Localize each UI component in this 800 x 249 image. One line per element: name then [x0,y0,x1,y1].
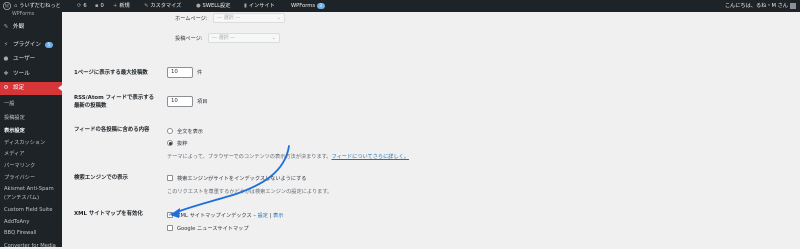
wpforms-badge: 3 [316,3,325,9]
submenu-media[interactable]: メディア [4,150,24,157]
xml-sitemap-view-link[interactable]: 表示 [273,213,283,219]
xml-sitemap-index-checkbox[interactable]: ✓ [167,212,173,218]
wrench-icon: ✚ [3,71,9,77]
submenu-akismet-subtitle: (アンチスパム) [4,195,39,201]
xml-sitemap-label: XML サイトマップを有効化 [74,211,143,217]
submenu-bbq-firewall[interactable]: BBQ Firewall [4,230,36,236]
wpforms-link[interactable]: WPForms 3 [291,0,325,12]
customize-link[interactable]: ✎ カスタマイズ [144,0,181,12]
plus-icon: + [113,3,118,9]
sidebar-item-label: プラグイン [13,42,41,48]
submenu-converter-for-media[interactable]: Converter for Media [4,243,56,249]
feed-full-radio[interactable] [167,128,173,134]
feed-content-label: フィードの各投稿に含める内容 [74,127,150,133]
account-menu[interactable]: こんにちは、るね・M さん [725,0,796,12]
xml-sitemap-settings-link[interactable]: 設定 [258,213,268,219]
sidebar-item-label: 外観 [13,24,25,30]
wpforms-label: WPForms [291,3,316,9]
user-icon: ● [3,56,9,62]
posts-per-page-label: 1ページに表示する最大投稿数 [74,70,148,76]
swell-label: SWELL設定 [202,3,231,9]
greeting-text: こんにちは、るね・M さん [724,3,788,9]
homepage-select[interactable]: — 選択 — ⌄ [213,13,285,23]
google-news-sitemap-checkbox[interactable] [167,225,173,231]
posts-per-page-input[interactable]: 10 [167,67,193,78]
swell-settings-link[interactable]: ● SWELL設定 [196,0,230,12]
submenu-writing[interactable]: 投稿設定 [4,114,25,121]
admin-sidebar: WPForms ✎ 外観 ⚡ プラグイン 5 ● ユーザー ✚ ツール ⚙ 設定 一般 投… [0,12,62,249]
search-visibility-label: 検索エンジンでの表示 [74,175,128,181]
postspage-select[interactable]: — 選択 — ⌄ [208,33,280,43]
postspage-select-value: — 選択 — [212,35,236,41]
sidebar-item-label: 設定 [13,85,25,91]
rss-items-input[interactable]: 10 [167,96,193,107]
homepage-label: ホームページ: [175,16,208,22]
insights-link[interactable]: ▮ インサイト [244,0,275,12]
new-label: 新規 [119,3,130,9]
sidebar-item-tools[interactable]: ✚ ツール [0,68,62,81]
sidebar-item-wpforms-partial[interactable]: WPForms [0,12,62,18]
annotation-arrow [170,145,290,218]
feed-learn-more-link[interactable]: フィードについてさらに詳しく。 [332,154,410,160]
sidebar-item-label: ユーザー [13,56,36,62]
brush-icon: ✎ [144,3,149,9]
bar-chart-icon: ▮ [244,3,247,9]
paintbrush-icon: ✎ [3,24,9,30]
insights-label: インサイト [248,3,275,9]
homepage-select-value: — 選択 — [217,15,241,21]
search-visibility-description: このリクエストを尊重するかどうかは検索エンジンの設定によります。 [167,189,333,195]
posts-per-page-unit: 件 [197,70,203,76]
google-news-sitemap-label[interactable]: Google ニュースサイトマップ [177,225,249,232]
svg-text:W: W [5,4,10,9]
sidebar-item-label: ツール [13,71,30,77]
submenu-privacy[interactable]: プライバシー [4,174,35,181]
home-icon: ⌂ [14,3,18,9]
feed-full-label[interactable]: 全文を表示 [177,128,203,135]
plugin-icon: ⚡ [4,42,8,48]
submenu-permalinks[interactable]: パーマリンク [4,162,35,169]
feed-excerpt-label[interactable]: 抜粋 [177,140,187,147]
xml-sitemap-index-label[interactable]: XML サイトマップインデックス [177,213,252,219]
settings-icon: ⚙ [3,85,9,91]
sidebar-item-users[interactable]: ● ユーザー [0,53,62,66]
feed-excerpt-radio[interactable] [167,140,173,146]
plugins-update-badge: 5 [44,42,53,48]
submenu-general[interactable]: 一般 [4,100,14,107]
search-visibility-checkbox[interactable] [167,175,173,181]
submenu-reading[interactable]: 表示設定 [4,127,25,134]
rss-items-label-line1: RSS/Atom フィードで表示する [74,95,154,101]
comment-icon: ▪ [95,3,99,9]
chevron-down-icon: ⌄ [276,15,281,21]
sidebar-item-appearance[interactable]: ✎ 外観 [0,21,62,34]
comments-link[interactable]: ▪ 0 [95,0,104,12]
avatar [790,2,796,9]
wordpress-logo-icon[interactable]: W [3,0,11,12]
submenu-custom-field-suite[interactable]: Custom Field Suite [4,207,52,213]
comments-count: 0 [100,3,104,9]
chevron-down-icon: ⌄ [271,35,276,41]
postspage-label: 投稿ページ: [175,36,203,42]
site-name-link[interactable]: ⌂ ういずだむねっと [14,0,61,12]
rss-items-label-line2: 最新の投稿数 [74,103,107,109]
rss-items-unit: 項目 [197,99,208,105]
submenu-discussion[interactable]: ディスカッション [4,139,45,146]
search-visibility-option-label[interactable]: 検索エンジンがサイトをインデックスしないようにする [177,175,306,182]
sidebar-item-plugins[interactable]: ⚡ プラグイン 5 [0,39,62,52]
new-content-link[interactable]: + 新規 [113,0,130,12]
site-name: ういずだむねっと [19,3,61,9]
submenu-addtoany[interactable]: AddToAny [4,219,29,225]
updates-count: 6 [83,3,87,9]
swell-icon: ● [196,3,201,9]
updates-icon: ⟳ [77,3,82,9]
updates-link[interactable]: ⟳ 6 [77,0,87,12]
admin-bar: W ⌂ ういずだむねっと ⟳ 6 ▪ 0 + 新規 ✎ カスタマイズ ● SWELL設定 ▮… [0,0,800,12]
feed-description-text: テーマによって、ブラウザーでのコンテンツの表示方法が決まります。 [167,154,332,160]
submenu-akismet[interactable]: Akismet Anti-Spam [4,186,54,192]
xml-sitemap-index-row: XML サイトマップインデックス – 設定 | 表示 [177,212,283,219]
sidebar-item-settings[interactable]: ⚙ 設定 [0,82,62,95]
customize-label: カスタマイズ [150,3,182,9]
feed-description: テーマによって、ブラウザーでのコンテンツの表示方法が決まります。フィードについて… [167,153,409,160]
